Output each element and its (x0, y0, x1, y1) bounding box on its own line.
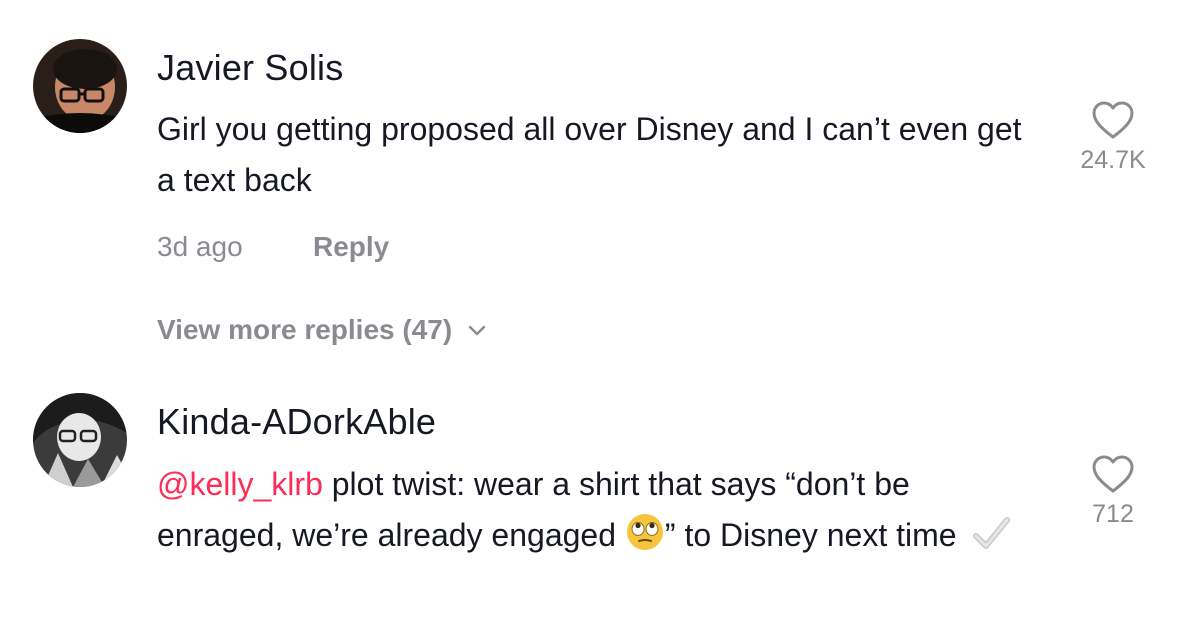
comment-author[interactable]: Kinda-ADorkAble (157, 401, 436, 443)
view-more-replies-label: View more replies (47) (157, 314, 453, 345)
comment-text: Girl you getting proposed all over Disne… (157, 111, 1022, 198)
comment-text: @kelly_klrb plot twist: wear a shirt tha… (157, 459, 1037, 561)
check-mark-emoji (973, 517, 1011, 549)
reply-button[interactable]: Reply (313, 231, 389, 263)
avatar[interactable] (33, 39, 127, 133)
like-button[interactable]: 712 (1053, 454, 1173, 529)
face-with-rolling-eyes-emoji (626, 514, 663, 550)
heart-outline-icon (1092, 455, 1134, 493)
comment-text-part: ” to Disney next time (664, 517, 966, 553)
view-more-replies-button[interactable]: View more replies (47) (157, 314, 490, 346)
user-mention-link[interactable]: @kelly_klrb (157, 466, 323, 502)
chevron-down-icon (468, 325, 486, 336)
like-count: 24.7K (1080, 146, 1146, 174)
heart-outline-icon (1092, 101, 1134, 139)
comment-timestamp: 3d ago (157, 231, 243, 262)
like-button[interactable]: 24.7K (1053, 100, 1173, 175)
comment-author[interactable]: Javier Solis (157, 47, 343, 89)
avatar[interactable] (33, 393, 127, 487)
like-count: 712 (1092, 500, 1134, 528)
